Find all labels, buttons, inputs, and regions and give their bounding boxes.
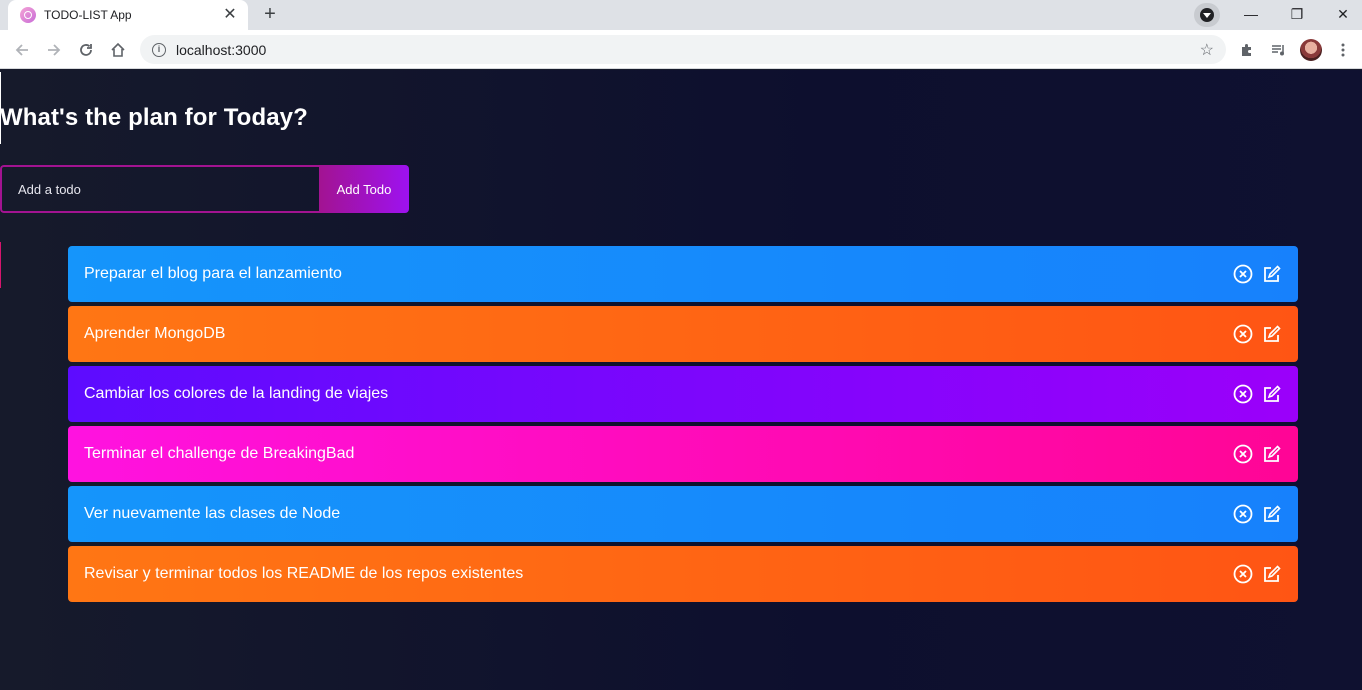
url-text[interactable]: localhost:3000 [176,42,1200,58]
todo-list: Preparar el blog para el lanzamiento Apre… [68,246,1298,606]
close-circle-icon[interactable] [1233,324,1253,344]
tab-favicon-icon [20,7,36,23]
new-tab-button[interactable]: + [256,2,284,28]
puzzle-icon [1242,44,1251,56]
todo-form: Add Todo [0,165,409,213]
todo-row[interactable]: Revisar y terminar todos los README de l… [68,546,1298,602]
todo-row[interactable]: Ver nuevamente las clases de Node [68,486,1298,542]
edit-icon[interactable] [1262,564,1282,584]
more-vertical-icon [1341,43,1345,57]
chevron-down-icon [1200,8,1214,22]
todo-actions [1233,264,1282,284]
extensions-button[interactable] [1234,36,1260,64]
todo-text[interactable]: Ver nuevamente las clases de Node [84,505,1233,523]
todo-row[interactable]: Cambiar los colores de la landing de via… [68,366,1298,422]
reload-button[interactable] [72,36,100,64]
todo-actions [1233,384,1282,404]
back-button[interactable] [8,36,36,64]
edit-icon[interactable] [1262,444,1282,464]
browser-tab[interactable]: TODO-LIST App ✕ [8,0,248,30]
restore-button[interactable]: ❐ [1274,0,1320,30]
todo-text[interactable]: Preparar el blog para el lanzamiento [84,265,1233,283]
close-circle-icon[interactable] [1233,504,1253,524]
home-icon [111,42,125,57]
tab-close-icon[interactable]: ✕ [222,7,238,23]
browser-toolbar: i localhost:3000 ☆ [0,30,1362,69]
todo-input[interactable] [0,165,319,213]
arrow-left-icon [15,44,28,56]
close-circle-icon[interactable] [1233,444,1253,464]
edit-icon[interactable] [1262,264,1282,284]
media-button[interactable] [1266,36,1292,64]
browser-tabbar: TODO-LIST App ✕ + — ❐ ✕ [0,0,1362,30]
page-viewport: What's the plan for Today? Add Todo Prep… [0,70,1362,690]
todo-text[interactable]: Terminar el challenge de BreakingBad [84,445,1233,463]
divider [0,242,1,288]
close-window-button[interactable]: ✕ [1320,0,1362,30]
bookmark-star-icon[interactable]: ☆ [1200,40,1214,60]
close-circle-icon[interactable] [1233,384,1253,404]
close-circle-icon[interactable] [1233,264,1253,284]
arrow-right-icon [48,44,61,56]
edit-icon[interactable] [1262,504,1282,524]
todo-actions [1233,324,1282,344]
profile-avatar[interactable] [1300,39,1322,61]
todo-row[interactable]: Aprender MongoDB [68,306,1298,362]
todo-text[interactable]: Cambiar los colores de la landing de via… [84,385,1233,403]
todo-actions [1233,444,1282,464]
info-icon[interactable]: i [152,42,166,57]
edit-icon[interactable] [1262,384,1282,404]
playlist-icon [1272,45,1284,56]
minimize-button[interactable]: — [1228,0,1274,30]
reload-icon [80,44,92,56]
page-title: What's the plan for Today? [0,104,308,131]
home-button[interactable] [104,36,132,64]
tab-search-button[interactable] [1194,3,1220,27]
todo-actions [1233,564,1282,584]
add-todo-button[interactable]: Add Todo [319,165,409,213]
forward-button[interactable] [40,36,68,64]
todo-row[interactable]: Terminar el challenge de BreakingBad [68,426,1298,482]
todo-row[interactable]: Preparar el blog para el lanzamiento [68,246,1298,302]
menu-button[interactable] [1330,36,1356,64]
todo-actions [1233,504,1282,524]
close-circle-icon[interactable] [1233,564,1253,584]
todo-text[interactable]: Aprender MongoDB [84,325,1233,343]
todo-text[interactable]: Revisar y terminar todos los README de l… [84,565,1233,583]
address-bar[interactable]: i localhost:3000 ☆ [140,35,1226,64]
tab-title: TODO-LIST App [44,8,132,22]
edit-icon[interactable] [1262,324,1282,344]
